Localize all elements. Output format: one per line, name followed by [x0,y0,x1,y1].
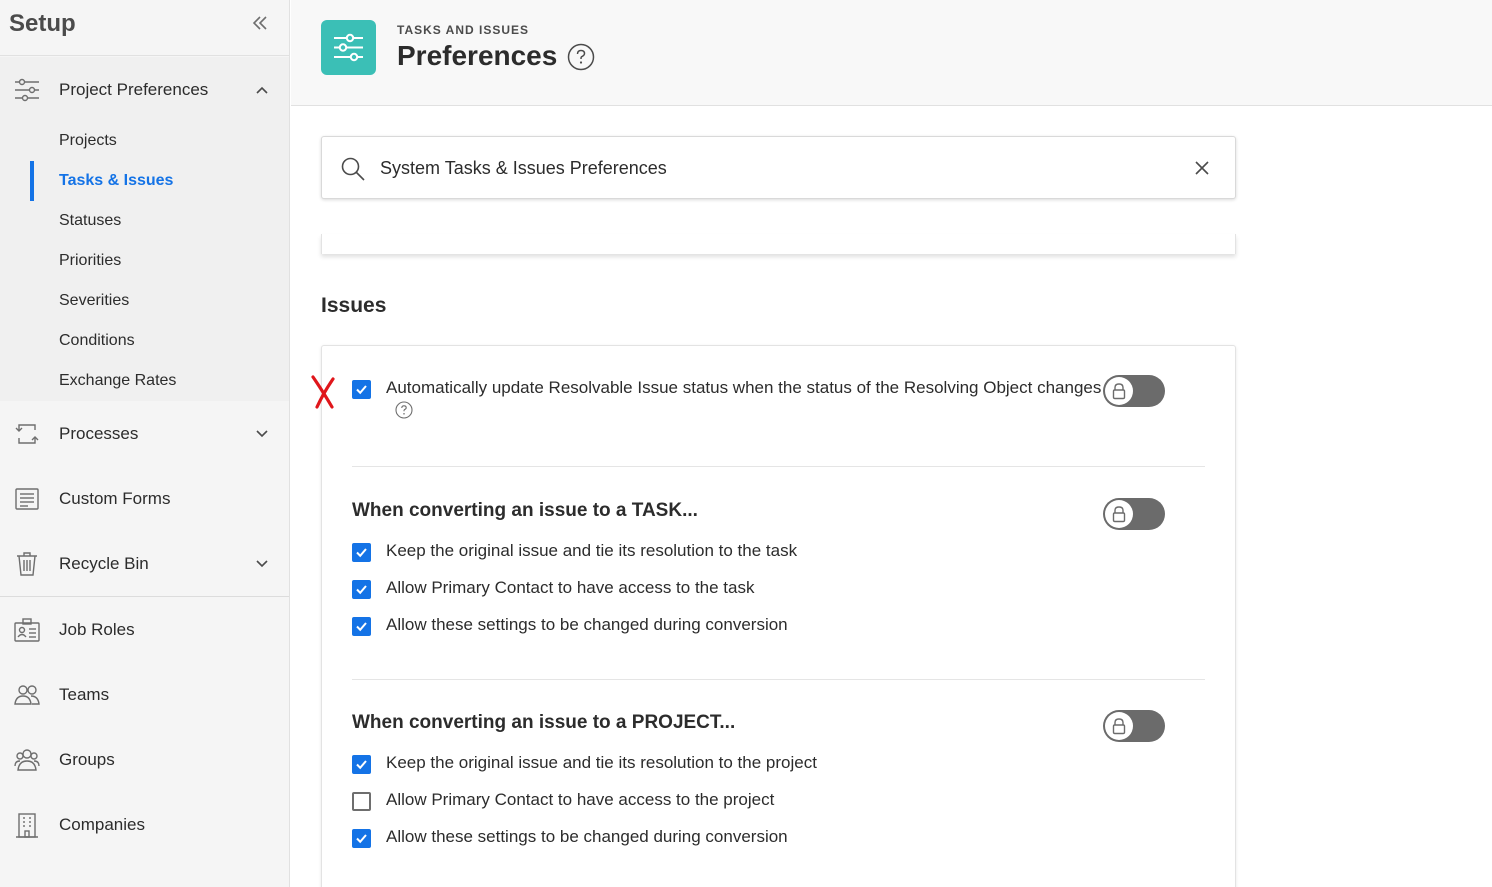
previous-card-bottom [321,234,1236,254]
auto-update-label: Automatically update Resolvable Issue st… [386,378,1102,397]
nav-next-item[interactable] [0,857,289,887]
option-label: Allow these settings to be changed durin… [386,827,788,846]
nav-custom-forms[interactable]: Custom Forms [0,466,289,530]
lock-icon [1105,500,1133,528]
nav-label: Companies [59,815,145,834]
nav-companies[interactable]: Companies [0,792,289,856]
sidebar-item-priorities[interactable]: Priorities [59,252,121,270]
auto-update-checkbox[interactable] [352,380,371,399]
nav-label: Project Preferences [59,80,209,99]
lock-toggle[interactable] [1103,710,1165,742]
nav-label: Recycle Bin [59,554,149,573]
project-group-title: When converting an issue to a PROJECT... [352,712,736,733]
search-box [321,136,1236,199]
lock-icon [1105,712,1133,740]
nav-processes[interactable]: Processes [0,401,289,465]
nav-label: Teams [59,685,110,704]
groups-icon [14,747,40,773]
preferences-logo-icon [321,20,376,75]
building-icon [14,812,40,838]
sidebar-item-severities[interactable]: Severities [59,292,129,310]
task-group-title: When converting an issue to a TASK... [352,500,698,521]
sidebar-item-projects[interactable]: Projects [59,132,117,150]
nav-job-roles[interactable]: Job Roles [0,597,289,661]
page-title: Preferences [397,40,558,71]
option-label: Allow Primary Contact to have access to … [386,578,755,597]
sidebar-item-statuses[interactable]: Statuses [59,212,121,230]
page-kicker: TASKS AND ISSUES [397,23,530,37]
task-primary-contact-checkbox[interactable] [352,580,371,599]
divider [352,466,1205,467]
sidebar: Setup Project Preferences Projects Tasks… [0,0,290,887]
nav-groups[interactable]: Groups [0,727,289,791]
option-label: Allow Primary Contact to have access to … [386,790,775,809]
sidebar-title: Setup [9,10,76,37]
help-icon[interactable] [567,43,595,71]
collapse-sidebar-icon[interactable] [250,13,270,33]
search-icon [340,156,366,182]
option-label: Allow these settings to be changed durin… [386,615,788,634]
sidebar-header: Setup [0,0,289,56]
lock-toggle[interactable] [1103,375,1165,407]
sidebar-item-exchange-rates[interactable]: Exchange Rates [59,372,176,390]
project-allow-change-checkbox[interactable] [352,829,371,848]
task-allow-change-checkbox[interactable] [352,617,371,636]
sidebar-item-tasks-issues[interactable]: Tasks & Issues [59,172,173,190]
option-label: Keep the original issue and tie its reso… [386,753,817,772]
nav-recycle-bin[interactable]: Recycle Bin [0,531,289,595]
divider [352,679,1205,680]
sliders-icon [14,77,40,103]
processes-icon [14,421,40,447]
lock-icon [1105,377,1133,405]
red-x-mark-icon [308,374,338,410]
nav-project-preferences[interactable]: Project Preferences [0,57,289,121]
trash-icon [14,551,40,577]
chevron-down-icon [254,427,270,441]
project-preferences-submenu: Projects Tasks & Issues Statuses Priorit… [0,121,289,401]
nav-label: Groups [59,750,115,769]
chevron-down-icon [254,557,270,571]
task-keep-original-checkbox[interactable] [352,543,371,562]
custom-forms-icon [14,486,40,512]
sidebar-item-conditions[interactable]: Conditions [59,332,135,350]
lock-toggle[interactable] [1103,498,1165,530]
id-card-icon [14,617,40,643]
nav-label: Custom Forms [59,489,171,508]
chevron-up-icon [254,83,270,97]
page-header: TASKS AND ISSUES Preferences [291,0,1492,106]
search-input[interactable] [380,151,1160,185]
partial-icon [14,877,40,887]
close-icon[interactable] [1192,158,1212,178]
project-keep-original-checkbox[interactable] [352,755,371,774]
project-primary-contact-checkbox[interactable] [352,792,371,811]
section-title: Issues [321,294,387,317]
nav-teams[interactable]: Teams [0,662,289,726]
nav-label: Processes [59,424,139,443]
nav-label: Job Roles [59,620,135,639]
option-label: Keep the original issue and tie its reso… [386,541,798,560]
team-icon [14,682,40,708]
help-icon[interactable] [395,401,413,419]
active-indicator [30,161,34,201]
